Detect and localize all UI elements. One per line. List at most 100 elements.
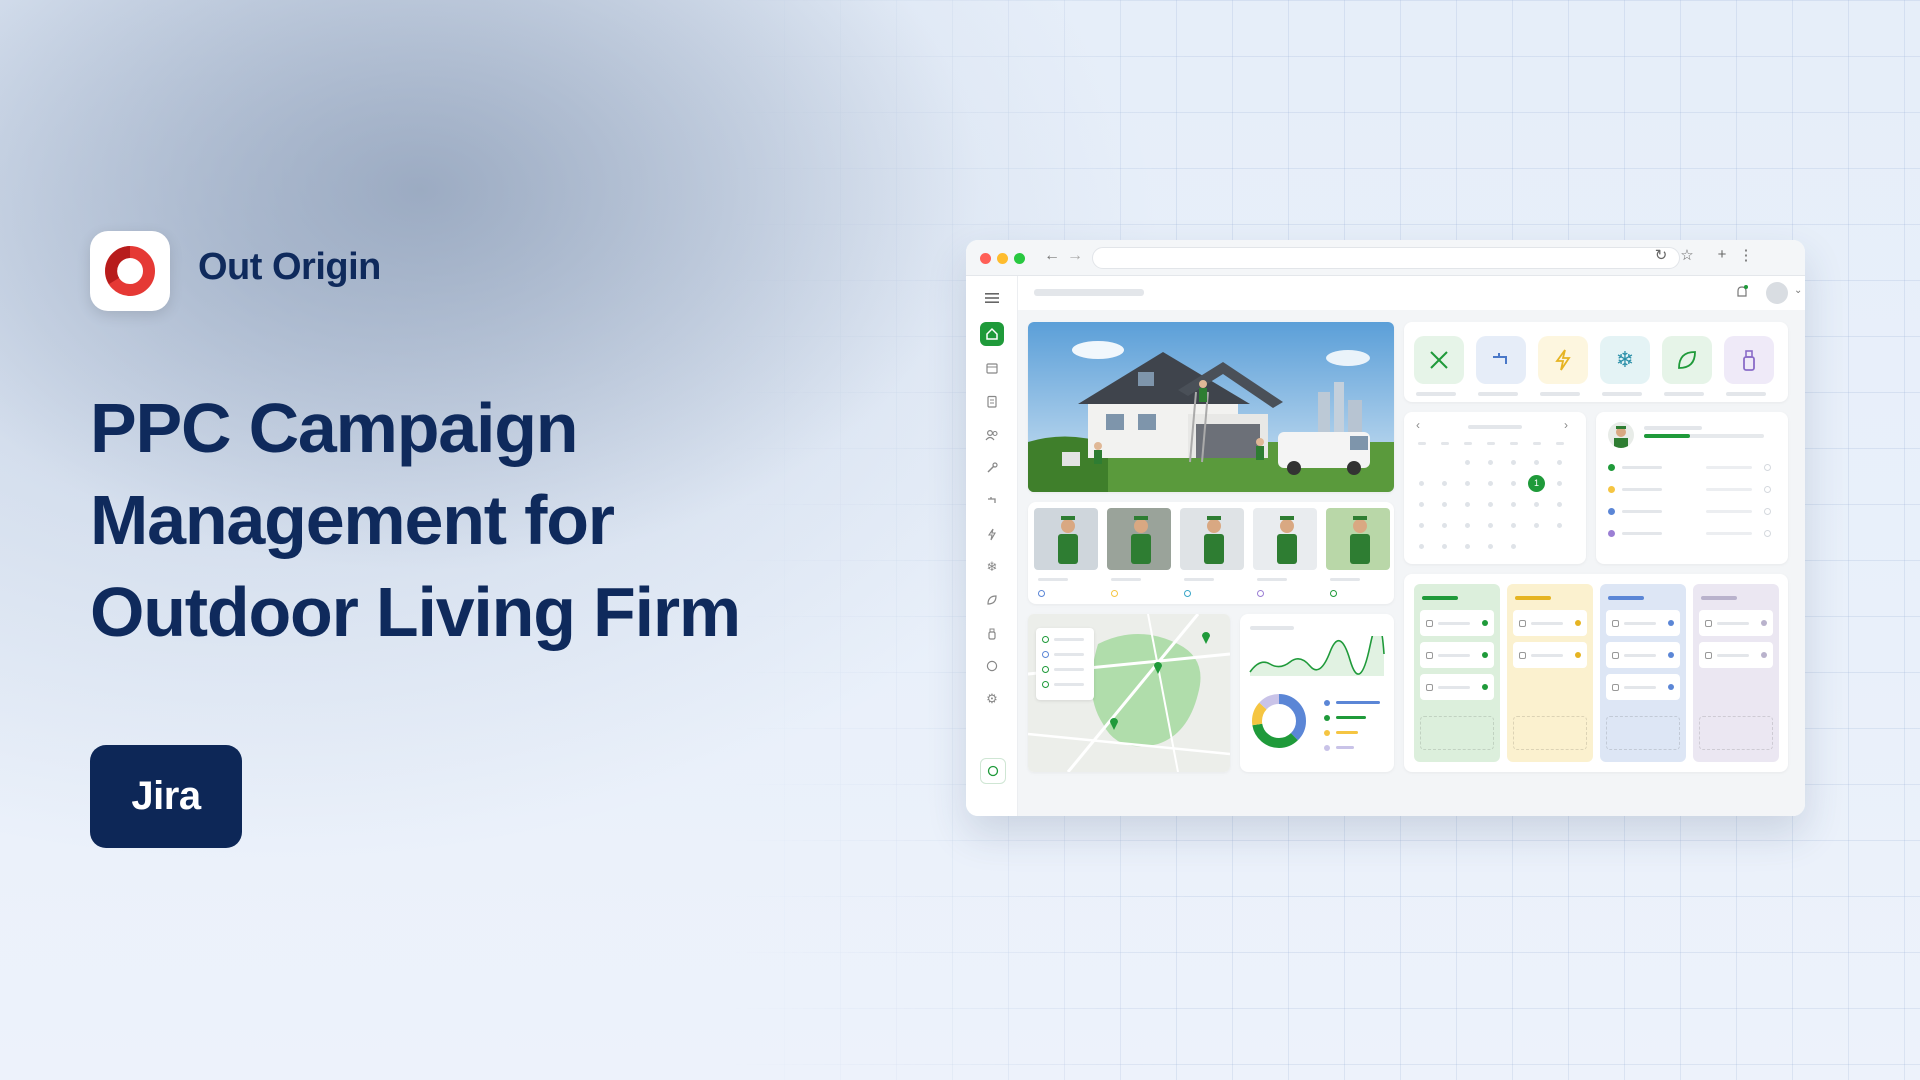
calendar-day[interactable]: [1511, 481, 1516, 486]
calendar-icon[interactable]: [980, 356, 1004, 380]
support-icon[interactable]: [980, 758, 1006, 784]
chevron-left-icon[interactable]: ‹: [1416, 418, 1420, 432]
column-title-placeholder: [1701, 596, 1737, 600]
calendar-day[interactable]: [1511, 460, 1516, 465]
app-sidebar: ❄ ⚙: [966, 276, 1018, 816]
jira-button[interactable]: Jira: [90, 745, 242, 848]
calendar-day[interactable]: [1488, 544, 1493, 549]
forward-arrow-icon[interactable]: →: [1067, 247, 1083, 265]
kanban-dropzone[interactable]: [1513, 716, 1587, 750]
kanban-card[interactable]: [1420, 642, 1494, 668]
kanban-card-label-placeholder: [1531, 622, 1563, 625]
settings-icon[interactable]: ⚙: [980, 687, 1004, 711]
kanban-card[interactable]: [1420, 610, 1494, 636]
reload-icon[interactable]: ↻: [1652, 246, 1670, 264]
maximize-dot: [1014, 253, 1025, 264]
kanban-card[interactable]: [1606, 674, 1680, 700]
star-icon[interactable]: ☆: [1678, 246, 1696, 264]
calendar-day[interactable]: [1442, 481, 1447, 486]
task-checkbox[interactable]: [1764, 464, 1771, 471]
kanban-card-icon: [1705, 652, 1712, 659]
calendar-day[interactable]: [1534, 460, 1539, 465]
calendar-day[interactable]: [1465, 523, 1470, 528]
calendar-day[interactable]: [1465, 460, 1470, 465]
address-bar[interactable]: [1092, 247, 1680, 269]
calendar-day[interactable]: [1557, 460, 1562, 465]
calendar-day[interactable]: [1442, 523, 1447, 528]
menu-icon[interactable]: [980, 286, 1004, 310]
kanban-card[interactable]: [1513, 610, 1587, 636]
task-checkbox[interactable]: [1764, 530, 1771, 537]
more-icon[interactable]: ⋮: [1737, 246, 1755, 264]
bell-icon[interactable]: [1735, 284, 1751, 300]
map-legend-label-placeholder: [1054, 653, 1084, 656]
task-checkbox[interactable]: [1764, 508, 1771, 515]
calendar-day[interactable]: [1488, 481, 1493, 486]
tools-icon[interactable]: [1414, 336, 1464, 384]
map-pin-icon: [1042, 666, 1049, 673]
chat-icon[interactable]: [980, 654, 1004, 678]
service-label-placeholder: [1726, 392, 1766, 396]
faucet-icon[interactable]: [980, 489, 1004, 513]
kanban-dropzone[interactable]: [1606, 716, 1680, 750]
kanban-dropzone[interactable]: [1420, 716, 1494, 750]
calendar-day[interactable]: [1511, 544, 1516, 549]
calendar-day[interactable]: [1511, 502, 1516, 507]
plus-icon[interactable]: +: [1713, 246, 1731, 263]
kanban-card[interactable]: [1606, 642, 1680, 668]
weekday-label-placeholder: [1487, 442, 1495, 445]
wrench-icon[interactable]: [980, 456, 1004, 480]
weekday-label-placeholder: [1533, 442, 1541, 445]
calendar-day[interactable]: [1488, 502, 1493, 507]
kanban-card-icon: [1612, 652, 1619, 659]
calendar-day[interactable]: [1419, 523, 1424, 528]
kanban-column: [1507, 584, 1593, 762]
calendar-day[interactable]: [1557, 502, 1562, 507]
leaf-icon[interactable]: [1662, 336, 1712, 384]
calendar-day[interactable]: [1534, 502, 1539, 507]
task-checkbox[interactable]: [1764, 486, 1771, 493]
lightning-icon[interactable]: [1538, 336, 1588, 384]
kanban-card[interactable]: [1699, 642, 1773, 668]
spray-bottle-icon[interactable]: [980, 621, 1004, 645]
leaf-icon[interactable]: [980, 588, 1004, 612]
kanban-card[interactable]: [1606, 610, 1680, 636]
technician-progress-fill: [1644, 434, 1690, 438]
service-label-placeholder: [1478, 392, 1518, 396]
dashboard-content: ⌄ ❄ ‹ › 1: [1018, 276, 1805, 816]
calendar-day[interactable]: [1419, 502, 1424, 507]
calendar-day[interactable]: [1488, 460, 1493, 465]
kanban-card[interactable]: [1420, 674, 1494, 700]
kanban-dropzone[interactable]: [1699, 716, 1773, 750]
users-icon[interactable]: [980, 423, 1004, 447]
calendar-day[interactable]: [1465, 502, 1470, 507]
clipboard-icon[interactable]: [980, 389, 1004, 413]
calendar-day[interactable]: [1511, 523, 1516, 528]
calendar-day[interactable]: [1465, 481, 1470, 486]
home-icon[interactable]: [980, 322, 1004, 346]
spray-bottle-icon[interactable]: [1724, 336, 1774, 384]
calendar-day[interactable]: [1557, 523, 1562, 528]
calendar-day[interactable]: [1557, 481, 1562, 486]
calendar-day[interactable]: [1419, 544, 1424, 549]
snowflake-icon[interactable]: ❄: [1600, 336, 1650, 384]
calendar-card: ‹ › 1: [1404, 412, 1586, 564]
kanban-card[interactable]: [1699, 610, 1773, 636]
calendar-day[interactable]: [1465, 544, 1470, 549]
calendar-day[interactable]: [1488, 523, 1493, 528]
calendar-day[interactable]: [1442, 502, 1447, 507]
lightning-icon[interactable]: [980, 522, 1004, 546]
faucet-icon[interactable]: [1476, 336, 1526, 384]
kanban-card[interactable]: [1513, 642, 1587, 668]
app-topbar: ⌄: [1018, 276, 1805, 310]
chevron-right-icon[interactable]: ›: [1564, 418, 1568, 432]
calendar-day[interactable]: [1534, 523, 1539, 528]
snowflake-icon[interactable]: ❄: [980, 555, 1004, 579]
calendar-day[interactable]: [1442, 544, 1447, 549]
back-arrow-icon[interactable]: ←: [1044, 247, 1060, 265]
kanban-column: [1414, 584, 1500, 762]
calendar-day-selected[interactable]: 1: [1528, 475, 1545, 492]
chevron-down-icon[interactable]: ⌄: [1794, 285, 1802, 296]
avatar[interactable]: [1766, 282, 1788, 304]
calendar-day[interactable]: [1419, 481, 1424, 486]
